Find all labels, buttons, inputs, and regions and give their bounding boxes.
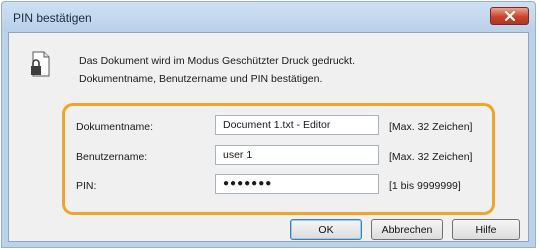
user-name-field[interactable]: user 1 bbox=[215, 145, 379, 165]
info-text-line-2: Dokumentname, Benutzername und PIN bestä… bbox=[79, 73, 323, 85]
pin-label: PIN: bbox=[76, 180, 97, 192]
dialog-title: PIN bestätigen bbox=[13, 11, 92, 25]
user-name-hint: [Max. 32 Zeichen] bbox=[389, 151, 473, 163]
help-button[interactable]: Hilfe bbox=[452, 219, 520, 240]
dialog-body: Das Dokument wird im Modus Geschützter D… bbox=[8, 32, 529, 242]
pin-confirm-dialog: PIN bestätigen Das Dokument wird im Modu… bbox=[1, 1, 536, 248]
user-name-label: Benutzername: bbox=[76, 151, 148, 163]
document-name-label: Dokumentname: bbox=[76, 121, 154, 133]
close-button[interactable] bbox=[490, 7, 529, 25]
document-name-field[interactable]: Document 1.txt - Editor bbox=[215, 115, 379, 135]
pin-hint: [1 bis 9999999] bbox=[389, 180, 461, 192]
info-text-line-1: Das Dokument wird im Modus Geschützter D… bbox=[79, 55, 356, 67]
pin-field[interactable]: ●●●●●●● bbox=[215, 174, 379, 194]
document-name-hint: [Max. 32 Zeichen] bbox=[389, 121, 473, 133]
close-icon bbox=[504, 11, 515, 21]
document-lock-icon bbox=[31, 51, 50, 77]
title-bar[interactable]: PIN bestätigen bbox=[2, 2, 535, 32]
ok-button[interactable]: OK bbox=[290, 219, 362, 240]
cancel-button[interactable]: Abbrechen bbox=[371, 219, 443, 240]
